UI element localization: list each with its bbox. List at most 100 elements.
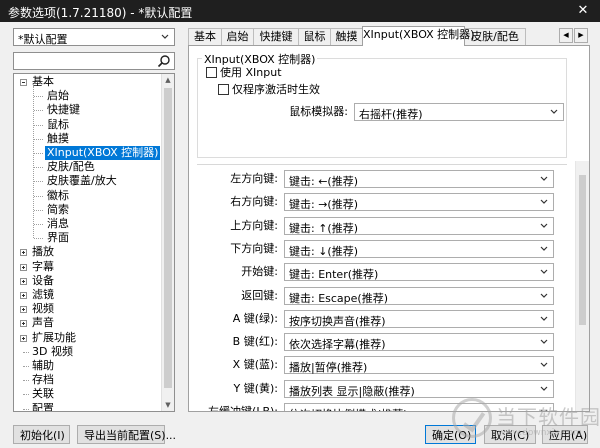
tab-0[interactable]: 基本 — [188, 28, 222, 45]
search-input[interactable] — [16, 54, 148, 68]
mapping-label: A 键(绿): — [232, 311, 278, 325]
tree-item[interactable]: 3D 视频 — [30, 345, 75, 359]
expand-icon[interactable] — [20, 292, 27, 299]
expand-icon[interactable] — [20, 249, 27, 257]
tab-1[interactable]: 启始 — [221, 28, 254, 45]
mapping-label: 上方向键: — [230, 218, 278, 232]
scroll-up-icon[interactable]: ▲ — [164, 76, 172, 84]
mapping-select[interactable]: 键击: Enter(推荐) — [284, 263, 554, 282]
collapse-icon[interactable] — [20, 79, 27, 86]
mapping-value: 播放|暂停(推荐) — [289, 361, 368, 375]
mapping-label: Y 键(黄): — [233, 381, 278, 395]
tree-item[interactable]: 辅助 — [30, 359, 56, 373]
mapping-value: 键击: →(推荐) — [289, 198, 359, 212]
tree-item[interactable]: 鼠标 — [45, 118, 71, 132]
chevron-down-icon — [539, 197, 549, 207]
tree-item-label: 字幕 — [32, 259, 54, 273]
export-config-button[interactable]: 导出当前配置(S)... — [77, 425, 176, 444]
tree-item[interactable]: 皮肤覆盖/放大 — [45, 174, 119, 188]
chevron-down-icon — [160, 32, 170, 42]
mapping-select[interactable]: 播放|暂停(推荐) — [284, 356, 554, 375]
chevron-down-icon — [539, 314, 549, 324]
tree-item-label: 3D 视频 — [32, 344, 73, 358]
expand-icon[interactable] — [20, 306, 27, 314]
tab-5[interactable]: XInput(XBOX 控制器) — [362, 26, 474, 46]
tree-item[interactable]: 消息 — [45, 217, 71, 231]
tree-item[interactable]: 声音 — [30, 316, 56, 330]
tree-scrollbar[interactable]: ▲ ▼ — [161, 74, 174, 411]
mapping-select[interactable]: 键击: ↑(推荐) — [284, 216, 554, 235]
close-icon[interactable]: ✕ — [566, 0, 600, 22]
mouse-emulator-label: 鼠标模拟器: — [289, 105, 348, 118]
tree-item[interactable]: 启始 — [45, 89, 71, 103]
tab-scroll-right-icon[interactable]: ▶ — [574, 28, 588, 43]
search-icon[interactable] — [157, 54, 171, 68]
tab-2[interactable]: 快捷键 — [253, 28, 299, 45]
mapping-value: 键击: ↓(推荐) — [289, 244, 359, 258]
tree-item[interactable]: 视频 — [30, 302, 56, 316]
title-bar: 参数选项(1.7.21180) - *默认配置 ✕ — [0, 0, 600, 22]
mapping-select[interactable]: 依次选择字幕(推荐) — [284, 333, 554, 352]
tree-item[interactable]: 徽标 — [45, 189, 71, 203]
tree-item-label: 触摸 — [47, 131, 69, 145]
mapping-select[interactable]: 按序切换声音(推荐) — [284, 309, 554, 328]
mapping-select[interactable]: 键击: ↓(推荐) — [284, 239, 554, 258]
chevron-down-icon — [539, 244, 549, 254]
tab-4[interactable]: 触摸 — [330, 28, 363, 45]
tree-item[interactable]: 字幕 — [30, 260, 56, 274]
tree-connector — [23, 408, 29, 410]
panel-scrollbar[interactable] — [575, 161, 589, 411]
checkbox-box[interactable] — [206, 67, 217, 78]
tree-item[interactable]: 简索 — [45, 203, 71, 217]
tree-item-label: 视频 — [32, 302, 54, 316]
tree-item[interactable]: 关联 — [30, 387, 56, 401]
tab-scroll-left-icon[interactable]: ◀ — [559, 28, 573, 43]
mapping-value: 依次切换比例模式(推荐) — [289, 406, 408, 411]
tree-connector — [34, 195, 43, 197]
tree-item-label: 皮肤覆盖/放大 — [47, 174, 117, 188]
tree-item-selected[interactable]: XInput(XBOX 控制器) — [45, 146, 161, 160]
tree-item-label: 徽标 — [47, 188, 69, 202]
scroll-down-icon[interactable]: ▼ — [164, 401, 172, 409]
expand-icon[interactable] — [20, 334, 27, 342]
chevron-down-icon — [539, 174, 549, 184]
mouse-emulator-select[interactable]: 右摇杆(推荐) — [354, 103, 564, 121]
expand-icon[interactable] — [20, 263, 27, 271]
tree-item[interactable]: 滤镜 — [30, 288, 56, 302]
mapping-select[interactable]: 键击: Escape(推荐) — [284, 286, 554, 305]
tree-connector — [34, 238, 43, 240]
mapping-select[interactable]: 播放列表 显示|隐蔽(推荐) — [284, 379, 554, 398]
tree-scroll-thumb[interactable] — [164, 88, 172, 388]
chevron-down-icon — [539, 360, 549, 370]
tree-connector — [34, 209, 43, 211]
tree-item[interactable]: 快捷键 — [45, 103, 82, 117]
tree-item[interactable]: 播放 — [30, 245, 56, 259]
tree-connector — [34, 96, 43, 98]
chevron-down-icon — [539, 337, 549, 347]
expand-icon[interactable] — [20, 277, 27, 285]
expand-icon[interactable] — [20, 320, 27, 328]
mapping-label: 右方向键: — [230, 195, 278, 209]
tree-item[interactable]: 界面 — [45, 231, 71, 245]
init-button[interactable]: 初始化(I) — [13, 425, 70, 444]
mapping-value: 按序切换声音(推荐) — [289, 314, 386, 328]
tree-item[interactable]: 存档 — [30, 373, 56, 387]
tree-item[interactable]: 扩展功能 — [30, 331, 78, 345]
mapping-label: 下方向键: — [230, 241, 278, 255]
search-field[interactable] — [13, 52, 175, 70]
tree-item[interactable]: 设备 — [30, 274, 56, 288]
tree-item-label: 关联 — [32, 387, 54, 401]
section-divider — [197, 164, 567, 165]
tree-item[interactable]: 皮肤/配色 — [45, 160, 97, 174]
tree-connector — [34, 138, 43, 140]
mapping-select[interactable]: 键击: →(推荐) — [284, 193, 554, 212]
tab-3[interactable]: 鼠标 — [298, 28, 331, 45]
checkbox-box[interactable] — [218, 84, 229, 95]
preferences-window: *默认配置 基本 启始 快捷键 鼠标 触摸 XInput(XBOX 控制器) 皮肤/配色 皮肤… — [0, 22, 600, 446]
tree-item[interactable]: 触摸 — [45, 132, 71, 146]
mapping-select[interactable]: 键击: ←(推荐) — [284, 170, 554, 188]
mapping-label: X 键(蓝): — [232, 358, 278, 372]
profile-dropdown[interactable]: *默认配置 — [13, 28, 175, 46]
tree-item[interactable]: 配置 — [30, 402, 56, 411]
panel-scroll-thumb[interactable] — [579, 175, 586, 325]
